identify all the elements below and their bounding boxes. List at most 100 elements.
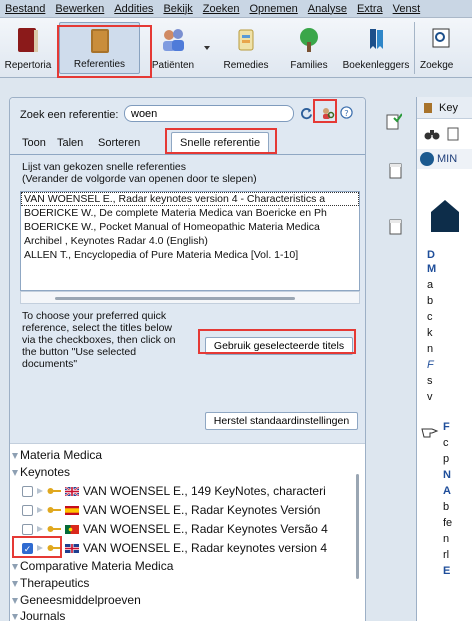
- list-item[interactable]: Archibel , Keynotes Radar 4.0 (English): [21, 234, 359, 248]
- menu-analyse[interactable]: Analyse: [303, 3, 352, 15]
- expand-icon: [12, 452, 18, 459]
- menu-zoeken[interactable]: Zoeken: [198, 3, 245, 15]
- key-icon: [47, 545, 61, 551]
- binoculars-icon[interactable]: [424, 127, 440, 141]
- patients-dropdown-icon[interactable]: [204, 46, 210, 50]
- expand-arrow-icon[interactable]: [37, 526, 43, 532]
- search-tool-button[interactable]: Zoekge: [420, 22, 472, 74]
- checkbox[interactable]: [22, 504, 33, 516]
- uk-flag-icon: [65, 486, 79, 496]
- menu-addities[interactable]: Addities: [109, 3, 158, 15]
- tree-node-materia-medica[interactable]: Materia Medica: [12, 448, 102, 462]
- document-icon[interactable]: [388, 162, 404, 180]
- remedies-icon: [238, 29, 254, 51]
- list-item[interactable]: ALLEN T., Encyclopedia of Pure Materia M…: [21, 248, 359, 262]
- use-selected-button[interactable]: Gebruik geselecteerde titels: [205, 337, 353, 355]
- menu-bekijk[interactable]: Bekijk: [158, 3, 197, 15]
- expand-arrow-icon[interactable]: [37, 545, 43, 551]
- book-icon: [424, 103, 432, 113]
- tab-toon[interactable]: Toon: [22, 137, 46, 149]
- expand-icon: [12, 563, 18, 570]
- tree-row[interactable]: VAN WOENSEL E., 149 KeyNotes, characteri: [22, 482, 367, 500]
- viewer-tab[interactable]: Key: [417, 97, 472, 119]
- checkbox[interactable]: [22, 523, 33, 535]
- tab-snelle-referentie[interactable]: Snelle referentie: [171, 132, 270, 154]
- quick-reference-content: Lijst van gekozen snelle referenties (Ve…: [10, 154, 365, 443]
- main-toolbar: Repertoria Referenties Patiënten Remedie…: [0, 18, 472, 78]
- portugal-flag-icon: [65, 524, 79, 534]
- tree-vertical-scrollbar[interactable]: [354, 474, 362, 579]
- patients-icon: [163, 29, 184, 51]
- tree-node-comparative[interactable]: Comparative Materia Medica: [12, 559, 173, 573]
- tree-node-journals[interactable]: Journals: [12, 609, 65, 621]
- key-icon: [47, 507, 61, 513]
- tree-row[interactable]: ✓ VAN WOENSEL E., Radar keynotes version…: [22, 539, 367, 557]
- quick-reference-list[interactable]: VAN WOENSEL E., Radar keynotes version 4…: [20, 191, 360, 291]
- expand-icon: [12, 597, 18, 604]
- book-brown-icon: [90, 29, 109, 53]
- key-icon: [47, 488, 61, 494]
- repertory-button[interactable]: Repertoria: [2, 22, 54, 74]
- scrollbar-thumb[interactable]: [356, 474, 359, 579]
- help-icon[interactable]: ?: [340, 106, 353, 119]
- magnifier-icon: [432, 28, 450, 48]
- expand-icon: [12, 580, 18, 587]
- menu-bar: Bestand Bewerken Addities Bekijk Zoeken …: [0, 0, 472, 18]
- bookmark-icon: [370, 29, 383, 49]
- expand-arrow-icon[interactable]: [37, 488, 43, 494]
- tree-row[interactable]: VAN WOENSEL E., Radar Keynotes Versión: [22, 501, 367, 519]
- tree-node-provings[interactable]: Geneesmiddelproeven: [12, 593, 141, 607]
- svg-text:?: ?: [344, 108, 348, 118]
- toolbar-divider: [414, 22, 415, 74]
- menu-vensters[interactable]: Venst: [388, 3, 426, 15]
- scrollbar-thumb[interactable]: [55, 297, 295, 300]
- checkbox[interactable]: [22, 485, 33, 497]
- list-item[interactable]: BOERICKE W., De complete Materia Medica …: [21, 206, 359, 220]
- people-search-icon[interactable]: [321, 106, 335, 120]
- references-panel: Zoek een referentie: ? Toon Talen Sorter…: [9, 97, 366, 621]
- bookmarks-button[interactable]: Boekenleggers: [340, 22, 412, 74]
- pointing-hand-icon: [421, 428, 439, 438]
- families-button[interactable]: Families: [280, 22, 338, 74]
- remedies-button[interactable]: Remedies: [219, 22, 273, 74]
- menu-bewerken[interactable]: Bewerken: [50, 3, 109, 15]
- face-icon: [420, 152, 434, 166]
- search-label: Zoek een referentie:: [20, 109, 119, 121]
- reset-defaults-button[interactable]: Herstel standaardinstellingen: [205, 412, 358, 430]
- list-item[interactable]: VAN WOENSEL E., Radar keynotes version 4…: [21, 192, 359, 206]
- checkbox-checked[interactable]: ✓: [22, 542, 33, 554]
- document-check-icon[interactable]: [386, 112, 402, 130]
- portrait-icon: [425, 192, 465, 232]
- expand-arrow-icon[interactable]: [37, 507, 43, 513]
- menu-opnemen[interactable]: Opnemen: [244, 3, 302, 15]
- viewer-subheader: MIN: [417, 149, 472, 169]
- references-button[interactable]: Referenties: [59, 22, 140, 74]
- tree-row[interactable]: VAN WOENSEL E., Radar Keynotes Versão 4: [22, 520, 367, 538]
- panel-tabs: Toon Talen Sorteren Snelle referentie: [10, 132, 365, 154]
- quick-reference-description: Lijst van gekozen snelle referenties (Ve…: [22, 161, 257, 185]
- tab-sorteren[interactable]: Sorteren: [98, 137, 140, 149]
- quick-reference-panel: Zoek een referentie: ? Toon Talen Sorter…: [10, 98, 365, 443]
- book-red-icon: [18, 28, 38, 52]
- patients-button[interactable]: Patiënten: [146, 22, 200, 74]
- document-icon[interactable]: [388, 218, 404, 236]
- refresh-icon[interactable]: [300, 107, 313, 120]
- tree-node-keynotes[interactable]: Keynotes: [12, 465, 70, 479]
- list-horizontal-scrollbar[interactable]: [20, 291, 360, 304]
- document-tree: Materia Medica Keynotes VAN WOENSEL E., …: [10, 443, 365, 621]
- menu-extra[interactable]: Extra: [352, 3, 388, 15]
- document-viewer: Key MIN D M a b c k n F s v F c p N A b …: [416, 97, 472, 621]
- help-text: To choose your preferred quick reference…: [22, 310, 176, 370]
- expand-icon: [12, 613, 18, 620]
- expand-icon: [12, 469, 18, 476]
- tree-icon: [300, 28, 318, 52]
- spain-flag-icon: [65, 505, 79, 515]
- menu-bestand[interactable]: Bestand: [0, 3, 50, 15]
- list-item[interactable]: BOERICKE W., Pocket Manual of Homeopathi…: [21, 220, 359, 234]
- tab-talen[interactable]: Talen: [57, 137, 83, 149]
- tree-node-therapeutics[interactable]: Therapeutics: [12, 576, 89, 590]
- key-icon: [47, 526, 61, 532]
- search-input[interactable]: [124, 105, 294, 122]
- uk-flag-icon: [65, 543, 79, 553]
- page-icon[interactable]: [447, 127, 459, 141]
